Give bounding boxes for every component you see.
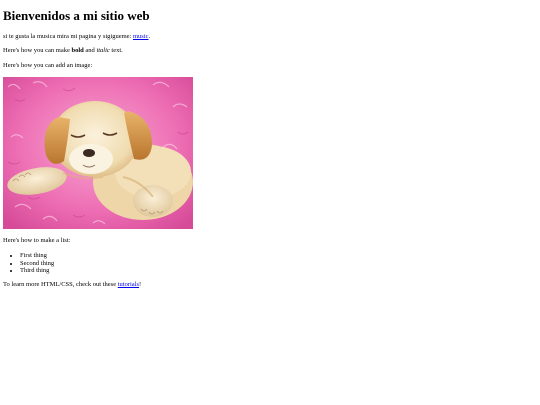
bold-paragraph-middle: and — [83, 47, 97, 54]
bold-paragraph-before: Here's how you can make — [3, 47, 72, 54]
music-paragraph: si te gusta la musica mira mi pagina y s… — [3, 33, 150, 41]
list-item: Third thing — [20, 267, 54, 275]
page-title: Bienvenidos a mi sitio web — [3, 8, 150, 23]
learn-paragraph: To learn more HTML/CSS, check out these … — [3, 281, 141, 289]
image-paragraph: Here's how you can add an image: — [3, 62, 93, 69]
bold-paragraph-after: text. — [109, 47, 123, 54]
list-item: First thing — [20, 252, 54, 260]
music-paragraph-text: si te gusta la musica mira mi pagina y s… — [3, 33, 133, 40]
italic-text: italic — [96, 47, 110, 54]
puppy-image — [3, 77, 193, 229]
item-list: First thing Second thing Third thing — [3, 252, 54, 275]
page: Bienvenidos a mi sitio web si te gusta l… — [0, 0, 540, 405]
learn-paragraph-after: ! — [139, 281, 142, 288]
puppy-illustration — [3, 77, 193, 229]
learn-paragraph-before: To learn more HTML/CSS, check out these — [3, 281, 118, 288]
music-link[interactable]: music — [133, 33, 149, 40]
list-item: Second thing — [20, 260, 54, 268]
tutorials-link[interactable]: tutorials — [118, 281, 139, 288]
list-paragraph: Here's how to make a list: — [3, 237, 71, 244]
bold-italic-paragraph: Here's how you can make bold and italic … — [3, 47, 123, 55]
music-paragraph-after: . — [148, 33, 151, 40]
bold-text: bold — [71, 47, 84, 54]
